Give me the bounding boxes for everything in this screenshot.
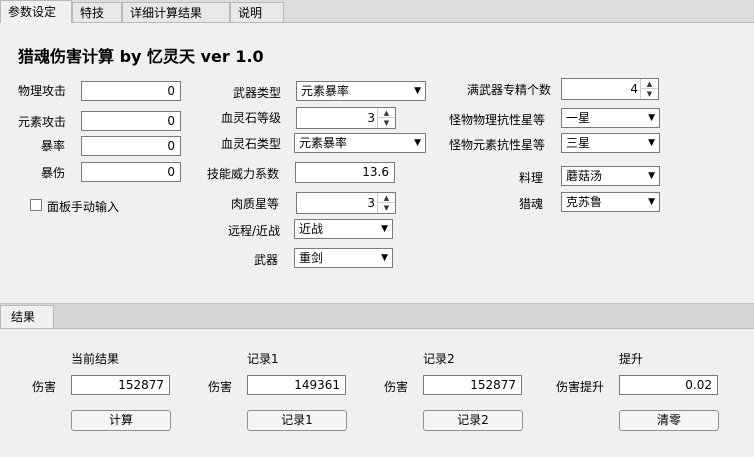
chevron-down-icon: ▼ [381, 253, 388, 263]
chevron-down-icon: ▼ [648, 197, 655, 207]
bloodstone-level-value: 3 [367, 111, 375, 125]
gain-header: 提升 [619, 352, 644, 366]
weapon-type-select[interactable]: 元素暴率 ▼ [296, 81, 426, 101]
full-weapon-label: 满武器专精个数 [467, 83, 552, 97]
stepper-up-icon[interactable]: ▲ [378, 193, 395, 203]
weapon-select[interactable]: 重剑 ▼ [294, 248, 393, 268]
tab-skills[interactable]: 特技 [72, 2, 122, 22]
clear-button[interactable]: 清零 [619, 410, 719, 431]
soul-select[interactable]: 克苏鲁 ▼ [561, 192, 660, 212]
record2-damage-output[interactable]: 152877 [423, 375, 522, 395]
skill-coef-input[interactable]: 13.6 [295, 162, 395, 183]
gain-output[interactable]: 0.02 [619, 375, 718, 395]
full-weapon-stepper[interactable]: 4 ▲ ▼ [561, 78, 659, 100]
phys-res-value: 一星 [566, 111, 591, 125]
page-title: 猎魂伤害计算 by 忆灵天 ver 1.0 [18, 47, 264, 66]
range-value: 近战 [299, 222, 324, 236]
stepper-down-icon[interactable]: ▼ [641, 89, 658, 99]
range-select[interactable]: 近战 ▼ [294, 219, 393, 239]
manual-input-label: 面板手动输入 [47, 200, 120, 214]
record1-button[interactable]: 记录1 [247, 410, 347, 431]
record1-damage-output[interactable]: 149361 [247, 375, 346, 395]
crit-dmg-input[interactable]: 0 [81, 162, 181, 182]
range-label: 远程/近战 [228, 224, 281, 238]
phys-res-select[interactable]: 一星 ▼ [561, 108, 660, 128]
chevron-down-icon: ▼ [414, 86, 421, 96]
tab-params[interactable]: 参数设定 [0, 0, 72, 23]
tab-results[interactable]: 结果 [0, 305, 54, 328]
weapon-type-label: 武器类型 [233, 86, 282, 100]
stepper-up-icon[interactable]: ▲ [378, 108, 395, 118]
chevron-down-icon: ▼ [648, 171, 655, 181]
current-header: 当前结果 [71, 352, 120, 366]
full-weapon-value: 4 [630, 82, 638, 96]
bloodstone-type-select[interactable]: 元素暴率 ▼ [294, 133, 426, 153]
stepper-down-icon[interactable]: ▼ [378, 118, 395, 128]
elem-res-select[interactable]: 三星 ▼ [561, 133, 660, 153]
weapon-label: 武器 [254, 253, 279, 267]
food-select[interactable]: 蘑菇汤 ▼ [561, 166, 660, 186]
results-tab-strip [0, 303, 754, 328]
stepper-down-icon[interactable]: ▼ [378, 203, 395, 213]
chevron-down-icon: ▼ [414, 138, 421, 148]
calculate-button[interactable]: 计算 [71, 410, 171, 431]
record1-header: 记录1 [247, 352, 279, 366]
elem-atk-input[interactable]: 0 [81, 111, 181, 131]
crit-input[interactable]: 0 [81, 136, 181, 156]
gain-label: 伤害提升 [556, 380, 605, 394]
record1-damage-label: 伤害 [208, 380, 233, 394]
soul-value: 克苏鲁 [566, 195, 603, 209]
stepper-up-icon[interactable]: ▲ [641, 79, 658, 89]
bloodstone-level-stepper[interactable]: 3 ▲ ▼ [296, 107, 396, 129]
weapon-type-value: 元素暴率 [301, 84, 350, 98]
crit-dmg-label: 暴伤 [41, 166, 66, 180]
record2-header: 记录2 [423, 352, 455, 366]
bloodstone-type-label: 血灵石类型 [221, 137, 282, 151]
phys-atk-input[interactable]: 0 [81, 81, 181, 101]
tab-detail-results[interactable]: 详细计算结果 [122, 2, 230, 22]
current-damage-output[interactable]: 152877 [71, 375, 170, 395]
record2-button[interactable]: 记录2 [423, 410, 523, 431]
bloodstone-type-value: 元素暴率 [299, 136, 348, 150]
record2-damage-label: 伤害 [384, 380, 409, 394]
soul-label: 猎魂 [519, 197, 544, 211]
stepper-buttons: ▲ ▼ [640, 79, 658, 99]
elem-res-label: 怪物元素抗性星等 [449, 138, 546, 152]
phys-atk-label: 物理攻击 [18, 84, 67, 98]
current-damage-label: 伤害 [32, 380, 57, 394]
chevron-down-icon: ▼ [648, 138, 655, 148]
stepper-buttons: ▲ ▼ [377, 108, 395, 128]
meat-value: 3 [367, 196, 375, 210]
stepper-buttons: ▲ ▼ [377, 193, 395, 213]
crit-label: 暴率 [41, 139, 66, 153]
chevron-down-icon: ▼ [648, 113, 655, 123]
elem-res-value: 三星 [566, 136, 591, 150]
elem-atk-label: 元素攻击 [18, 115, 67, 129]
chevron-down-icon: ▼ [381, 224, 388, 234]
meat-stepper[interactable]: 3 ▲ ▼ [296, 192, 396, 214]
food-value: 蘑菇汤 [566, 169, 603, 183]
skill-coef-label: 技能威力系数 [207, 167, 280, 181]
weapon-value: 重剑 [299, 251, 324, 265]
phys-res-label: 怪物物理抗性星等 [449, 113, 546, 127]
food-label: 料理 [519, 171, 544, 185]
bloodstone-level-label: 血灵石等级 [221, 111, 282, 125]
tab-help[interactable]: 说明 [230, 2, 284, 22]
meat-label: 肉质星等 [231, 197, 280, 211]
manual-input-checkbox[interactable] [30, 199, 42, 211]
